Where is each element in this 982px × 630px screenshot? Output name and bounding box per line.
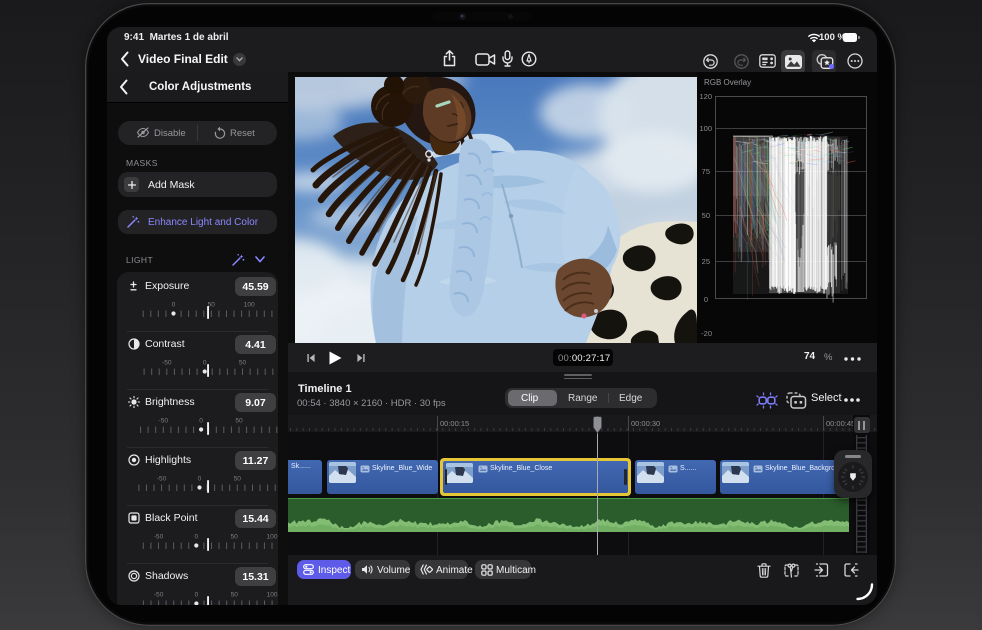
svg-text:50: 50 bbox=[702, 211, 710, 220]
svg-text:0: 0 bbox=[704, 295, 708, 304]
svg-text:-50: -50 bbox=[162, 360, 172, 367]
svg-text:50: 50 bbox=[231, 534, 239, 541]
svg-text:-50: -50 bbox=[157, 476, 167, 483]
svg-text:50: 50 bbox=[235, 418, 243, 425]
svg-text:-50: -50 bbox=[154, 592, 164, 599]
svg-text:50: 50 bbox=[231, 592, 239, 599]
svg-text:100: 100 bbox=[699, 124, 712, 133]
svg-text:0: 0 bbox=[203, 360, 207, 367]
svg-text:RGB Overlay: RGB Overlay bbox=[704, 78, 751, 87]
svg-text:50: 50 bbox=[239, 360, 247, 367]
svg-text:75: 75 bbox=[702, 167, 710, 176]
svg-text:0: 0 bbox=[198, 476, 202, 483]
svg-text:0: 0 bbox=[172, 302, 176, 309]
svg-text:-20: -20 bbox=[701, 329, 712, 338]
svg-text:0: 0 bbox=[199, 418, 203, 425]
svg-text:100: 100 bbox=[267, 592, 278, 599]
svg-text:-50: -50 bbox=[159, 418, 169, 425]
svg-text:100: 100 bbox=[266, 534, 277, 541]
svg-text:120: 120 bbox=[699, 92, 712, 101]
svg-text:50: 50 bbox=[234, 476, 242, 483]
svg-text:0: 0 bbox=[194, 534, 198, 541]
svg-text:100: 100 bbox=[244, 302, 255, 309]
svg-text:0: 0 bbox=[195, 592, 199, 599]
svg-text:-50: -50 bbox=[154, 534, 164, 541]
svg-text:25: 25 bbox=[702, 257, 710, 266]
